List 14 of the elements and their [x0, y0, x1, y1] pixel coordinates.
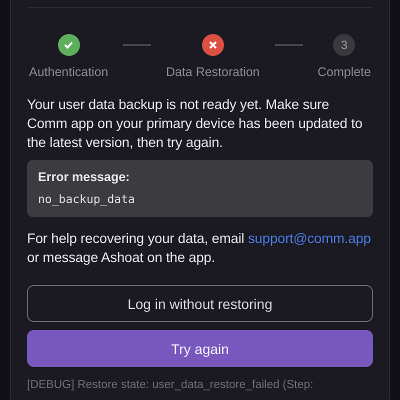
help-text: For help recovering your data, email support@comm.app or message Ashoat on the app.	[27, 230, 372, 267]
step-label: Complete	[317, 65, 371, 79]
check-icon	[64, 41, 74, 49]
try-again-button[interactable]: Try again	[27, 330, 373, 367]
debug-text: [DEBUG] Restore state: user_data_restore_failed (Step:	[27, 378, 314, 392]
step-label: Authentication	[29, 65, 108, 79]
step-indicator: 3	[333, 34, 356, 56]
error-code: no_backup_data	[38, 192, 136, 206]
login-button[interactable]: Log in without restoring	[27, 285, 373, 322]
email-link[interactable]: support@comm.app	[248, 231, 371, 246]
status-message: Your user data backup is not ready yet. Make sure Comm app on your primary device has been updated to the latest version, then try again.	[27, 96, 364, 152]
cross-icon	[208, 41, 217, 49]
error-title: Error message:	[38, 170, 131, 184]
step-label: Data Restoration	[166, 65, 260, 79]
